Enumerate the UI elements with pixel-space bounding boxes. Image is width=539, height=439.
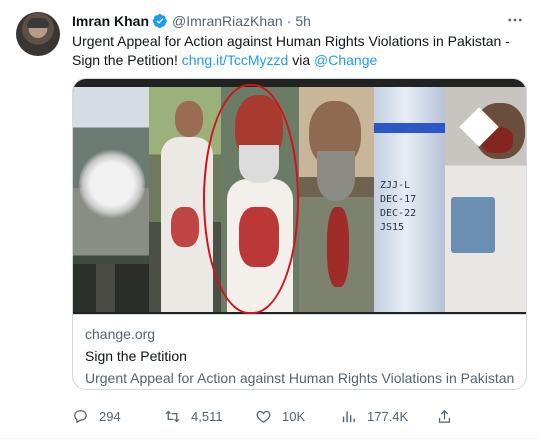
tweet-text: Urgent Appeal for Action against Human R… (72, 32, 527, 70)
image-panel-writing: ZJJ-L DEC-17 DEC-22 JS15 (374, 87, 445, 312)
more-icon[interactable] (505, 10, 525, 30)
views-count: 177.4K (367, 408, 409, 424)
tweet-header: Imran Khan @ImranRiazKhan · 5h (72, 12, 311, 30)
via-text: via (288, 52, 315, 68)
card-description: Urgent Appeal for Action against Human R… (85, 370, 515, 386)
link-card[interactable]: ZJJ-L DEC-17 DEC-22 JS15 change.org Sign… (72, 78, 527, 390)
card-image[interactable]: ZJJ-L DEC-17 DEC-22 JS15 (73, 79, 526, 314)
share-icon (438, 409, 451, 423)
reply-icon (74, 409, 87, 423)
retweet-icon (165, 410, 180, 422)
mention-link[interactable]: @Change (314, 52, 377, 68)
tweet-actions: 294 4,511 10K 177.4K (72, 405, 472, 427)
author-name[interactable]: Imran Khan (72, 13, 149, 29)
views-icon (342, 411, 355, 422)
author-handle[interactable]: @ImranRiazKhan (172, 13, 283, 29)
views-button[interactable]: 177.4K (340, 405, 436, 427)
timestamp[interactable]: 5h (295, 13, 311, 29)
separator-dot: · (286, 13, 292, 29)
image-panel-smoke (73, 87, 149, 312)
image-writing: ZJJ-L DEC-17 DEC-22 JS15 (380, 180, 417, 233)
heart-icon (256, 410, 271, 423)
retweet-button[interactable]: 4,511 (164, 405, 255, 427)
card-title: Sign the Petition (85, 348, 187, 364)
avatar[interactable] (16, 12, 60, 56)
card-info[interactable]: change.org Sign the Petition Urgent Appe… (73, 314, 526, 389)
red-annotation-circle (203, 84, 299, 314)
petition-link[interactable]: chng.it/TccMyzzd (182, 52, 289, 68)
reply-count: 294 (99, 408, 121, 424)
image-panel-man-3 (299, 87, 374, 312)
share-button[interactable] (436, 405, 453, 427)
card-domain: change.org (85, 326, 156, 342)
retweet-count: 4,511 (191, 408, 223, 424)
like-button[interactable]: 10K (255, 405, 340, 427)
like-count: 10K (282, 408, 306, 424)
image-panel-injured (445, 87, 526, 312)
verified-badge-icon (152, 13, 168, 29)
tweet[interactable]: Imran Khan @ImranRiazKhan · 5h Urgent Ap… (0, 0, 539, 439)
reply-button[interactable]: 294 (72, 405, 164, 427)
